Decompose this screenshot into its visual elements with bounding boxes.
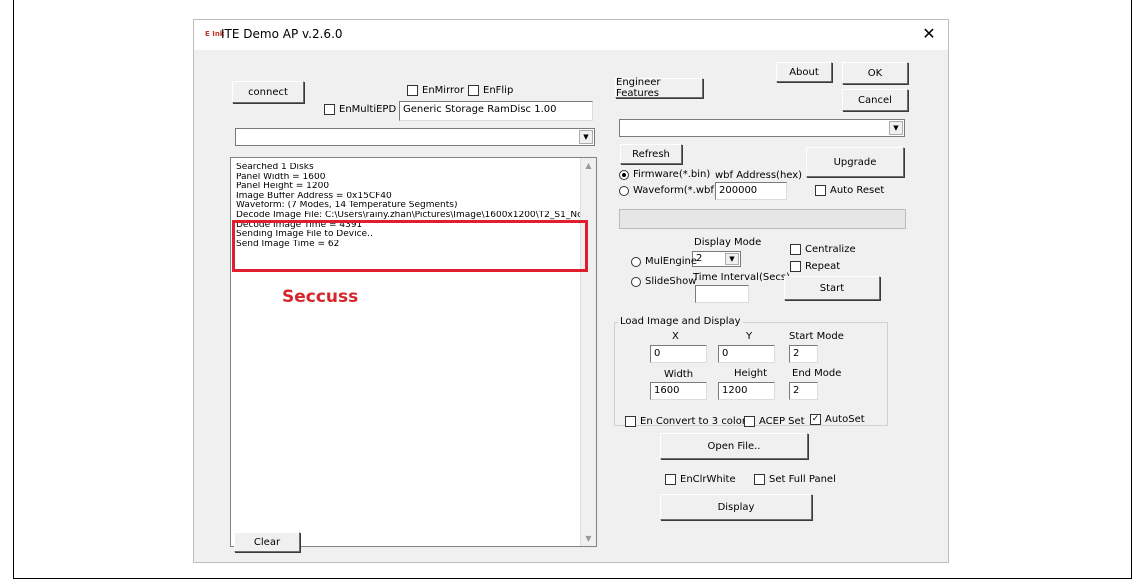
firmware-label: Firmware(*.bin)	[633, 169, 711, 180]
en-flip-checkbox[interactable]: EnFlip	[468, 85, 513, 96]
log-scrollbar[interactable]: ▲ ▼	[580, 158, 596, 546]
cancel-button[interactable]: Cancel	[842, 89, 908, 111]
radio-icon	[619, 169, 629, 180]
scroll-down-icon[interactable]: ▼	[581, 531, 596, 546]
checkmark-icon: ✓	[810, 414, 821, 425]
success-annotation: Seccuss	[282, 287, 359, 307]
log-line: Image Buffer Address = 0x15CF40	[236, 191, 392, 201]
mul-engine-label: MulEngine	[645, 256, 698, 267]
en-mirror-checkbox[interactable]: EnMirror	[407, 85, 464, 96]
chevron-down-icon: ▼	[889, 121, 903, 135]
centralize-checkbox[interactable]: Centralize	[790, 244, 856, 255]
connect-button[interactable]: connect	[232, 81, 304, 103]
checkbox-icon	[407, 85, 418, 96]
checkbox-icon	[754, 474, 765, 485]
mul-engine-radio[interactable]: MulEngine	[631, 256, 697, 267]
log-line: Waveform: (7 Modes, 14 Temperature Segme…	[236, 201, 458, 211]
autoset-label: AutoSet	[825, 414, 865, 425]
en-multi-epd-label: EnMultiEPD	[339, 104, 397, 115]
waveform-label: Waveform(*.wbf)	[633, 185, 718, 196]
auto-reset-label: Auto Reset	[830, 185, 885, 196]
upgrade-button[interactable]: Upgrade	[806, 147, 904, 177]
y-field[interactable]: 0	[718, 345, 775, 363]
width-field[interactable]: 1600	[650, 382, 707, 400]
en-convert-checkbox[interactable]: En Convert to 3 color	[625, 416, 746, 427]
start-mode-label: Start Mode	[789, 331, 844, 342]
width-label: Width	[664, 369, 694, 380]
highlight-box	[232, 220, 588, 272]
checkbox-icon	[744, 416, 755, 427]
en-flip-label: EnFlip	[483, 85, 514, 96]
en-convert-label: En Convert to 3 color	[640, 416, 746, 427]
start-mode-field[interactable]: 2	[789, 345, 818, 363]
slideshow-radio[interactable]: SlideShow	[631, 276, 696, 287]
slideshow-label: SlideShow	[645, 276, 697, 287]
radio-icon	[619, 185, 629, 196]
engineer-features-button[interactable]: Engineer Features	[615, 77, 703, 99]
wbf-address-label: wbf Address(hex)	[715, 170, 803, 181]
set-full-panel-checkbox[interactable]: Set Full Panel	[754, 474, 836, 485]
log-line: Panel Height = 1200	[236, 182, 330, 192]
en-multi-epd-checkbox[interactable]: EnMultiEPD	[324, 104, 396, 115]
log-line: Panel Width = 1600	[236, 172, 326, 182]
repeat-label: Repeat	[805, 261, 841, 272]
device-select[interactable]: ▼	[235, 128, 595, 146]
log-output[interactable]: Searched 1 Disks Panel Width = 1600 Panel …	[230, 157, 597, 547]
set-full-panel-label: Set Full Panel	[769, 474, 836, 485]
end-mode-label: End Mode	[792, 368, 842, 379]
height-label: Height	[734, 368, 768, 379]
right-select[interactable]: ▼	[619, 119, 905, 137]
open-file-button[interactable]: Open File..	[660, 433, 808, 459]
refresh-button[interactable]: Refresh	[620, 144, 682, 164]
checkbox-icon	[468, 85, 479, 96]
x-field[interactable]: 0	[650, 345, 707, 363]
firmware-radio[interactable]: Firmware(*.bin)	[619, 169, 710, 180]
scroll-up-icon[interactable]: ▲	[581, 158, 596, 173]
repeat-checkbox[interactable]: Repeat	[790, 261, 840, 272]
waveform-radio[interactable]: Waveform(*.wbf)	[619, 185, 718, 196]
centralize-label: Centralize	[805, 244, 856, 255]
start-button[interactable]: Start	[784, 276, 880, 300]
x-label: X	[672, 331, 679, 342]
checkbox-icon	[324, 104, 335, 115]
time-interval-label: Time Interval(Secs)	[693, 272, 790, 283]
ok-button[interactable]: OK	[842, 62, 908, 84]
auto-reset-checkbox[interactable]: Auto Reset	[815, 185, 884, 196]
app-window: E Ink ITE Demo AP v.2.6.0 ✕ connect EnMi…	[193, 19, 949, 563]
load-image-group-title: Load Image and Display	[618, 316, 743, 327]
checkbox-icon	[665, 474, 676, 485]
end-mode-field[interactable]: 2	[789, 382, 818, 400]
log-line: Searched 1 Disks	[236, 163, 314, 172]
en-mirror-label: EnMirror	[422, 85, 465, 96]
radio-icon	[631, 276, 641, 287]
checkbox-icon	[815, 185, 826, 196]
autoset-checkbox[interactable]: ✓ AutoSet	[810, 414, 865, 425]
y-label: Y	[746, 331, 753, 342]
en-clr-white-label: EnClrWhite	[680, 474, 736, 485]
time-interval-field[interactable]	[695, 285, 749, 303]
clear-button[interactable]: Clear	[234, 532, 300, 552]
wbf-address-field[interactable]: 200000	[715, 182, 787, 200]
about-button[interactable]: About	[776, 62, 832, 82]
height-field[interactable]: 1200	[718, 382, 775, 400]
progress-bar	[619, 209, 906, 229]
window-title: ITE Demo AP v.2.6.0	[221, 27, 343, 41]
checkbox-icon	[625, 416, 636, 427]
chevron-down-icon: ▼	[725, 253, 739, 265]
title-bar: E Ink ITE Demo AP v.2.6.0 ✕	[194, 20, 948, 50]
display-mode-select[interactable]: 2 ▼	[692, 251, 741, 267]
storage-field[interactable]: Generic Storage RamDisc 1.00	[399, 101, 593, 121]
chevron-down-icon: ▼	[579, 130, 593, 144]
acep-set-label: ACEP Set	[759, 416, 805, 427]
close-icon[interactable]: ✕	[922, 25, 936, 43]
checkbox-icon	[790, 261, 801, 272]
display-button[interactable]: Display	[660, 494, 812, 520]
display-mode-label: Display Mode	[694, 237, 762, 248]
acep-set-checkbox[interactable]: ACEP Set	[744, 416, 805, 427]
radio-icon	[631, 256, 641, 267]
checkbox-icon	[790, 244, 801, 255]
en-clr-white-checkbox[interactable]: EnClrWhite	[665, 474, 736, 485]
